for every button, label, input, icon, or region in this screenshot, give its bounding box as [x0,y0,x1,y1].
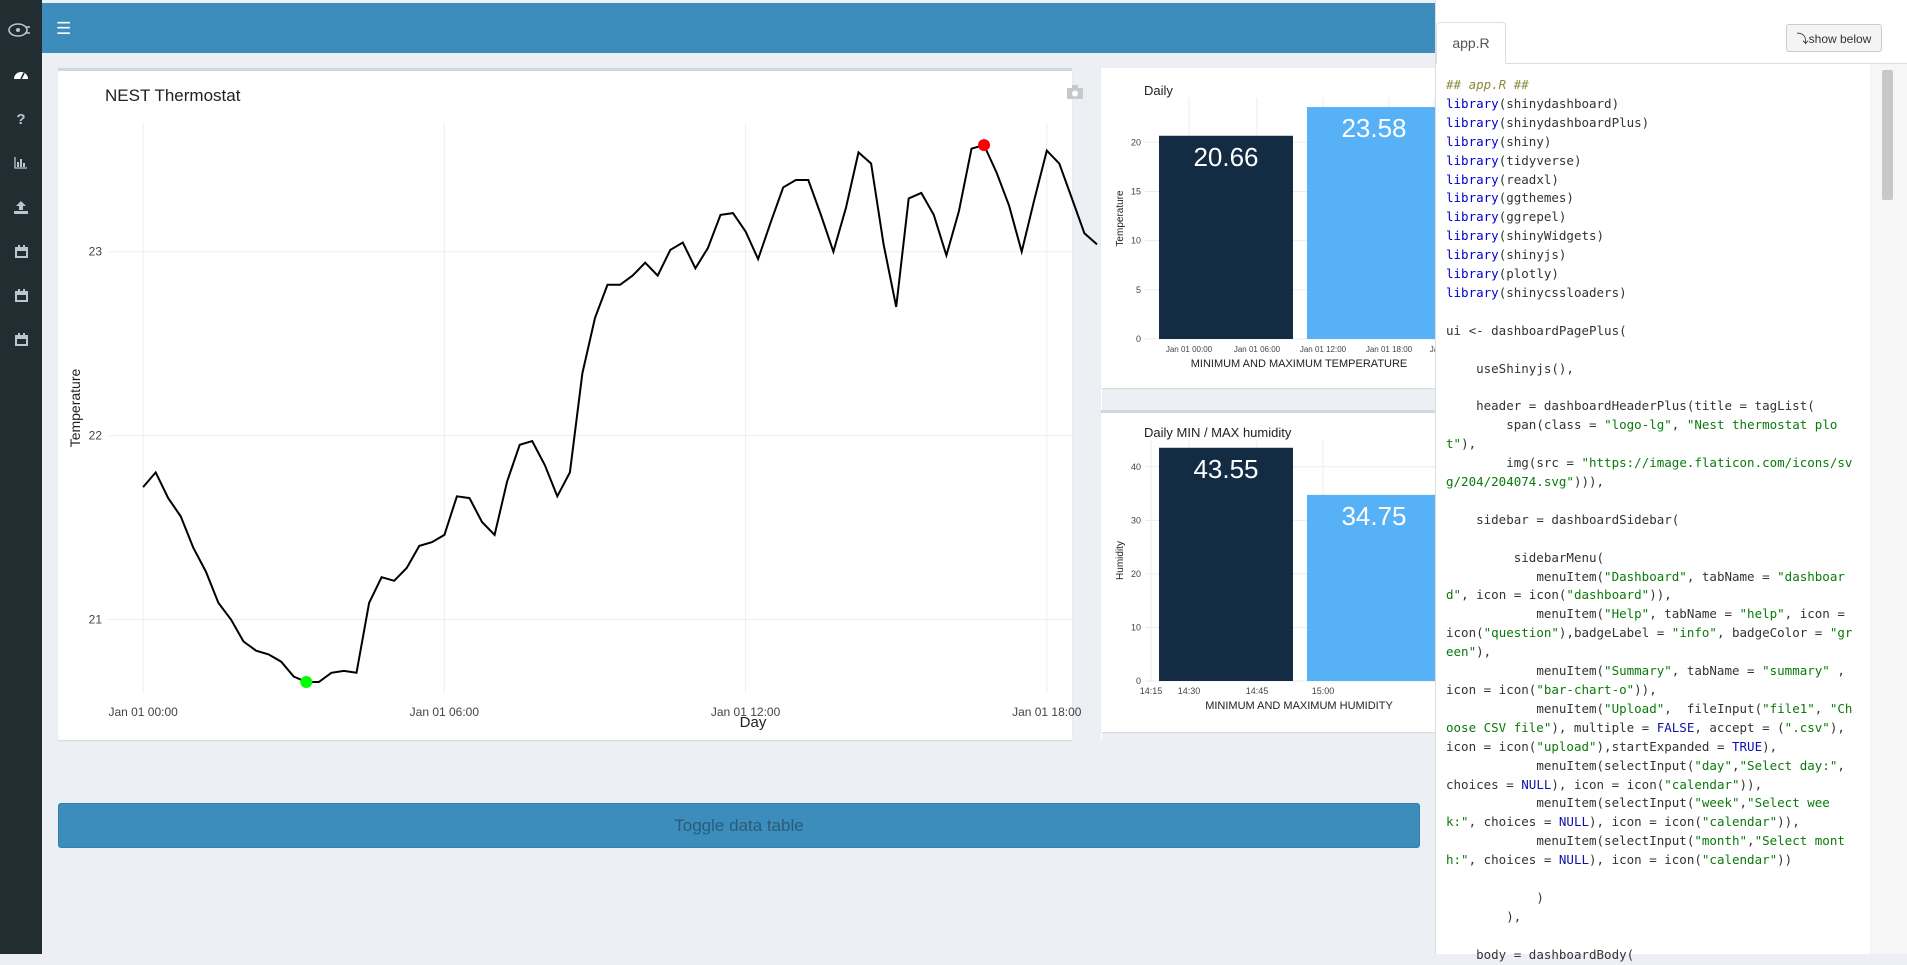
x-tick-label: 15:00 [1312,686,1335,696]
y-tick-label: 15 [1131,186,1141,196]
bar-chart-icon [14,157,27,169]
code-scrollbar[interactable] [1870,64,1907,954]
x-tick-label: 14:15 [1140,686,1163,696]
x-tick-label: Jan 01 00:00 [1166,345,1213,354]
tab-divider [1506,63,1907,64]
daily-temp-bar-chart: 0 5 10 15 20 Jan 01 00:00 Jan 01 06:00 Jan 01 1… [1115,98,1435,370]
y-tick-label: 21 [89,612,103,626]
x-tick-label: Jan 01 12:00 [1300,345,1347,354]
calendar-icon [14,288,28,302]
sidebar-item-help[interactable]: ? [9,107,33,131]
y-tick-label: 10 [1131,622,1141,632]
thermostat-logo-icon [8,23,30,37]
x-axis-label: Day [740,714,767,731]
y-tick-label: 30 [1131,515,1141,525]
max-marker [978,139,991,152]
hamburger-icon[interactable]: ☰ [56,19,71,39]
bar-value-label: 20.66 [1193,142,1258,172]
bar-value-label: 34.75 [1341,501,1406,531]
sidebar: ? [0,0,42,954]
x-tick-label: Jan 01 18:00 [1012,705,1082,719]
y-tick-label: 22 [89,429,103,443]
daily-humidity-bar-chart: 0 10 20 30 40 14:15 14:30 14:45 15:00 43.55 34.75 M… [1115,440,1435,712]
x-tick-label: Jan 01 18:00 [1366,345,1413,354]
logo [0,0,42,53]
y-tick-label: 10 [1131,236,1141,246]
y-tick-label: 20 [1131,137,1141,147]
sidebar-item-month[interactable] [9,327,33,351]
toggle-data-table-button[interactable]: Toggle data table [58,803,1420,848]
x-tick-label: Jan 01 00:00 [108,705,178,719]
sidebar-item-upload[interactable] [9,195,33,219]
question-icon: ? [16,110,26,128]
y-axis-label: Humidity [1115,541,1126,580]
y-tick-label: 0 [1136,676,1141,686]
calendar-icon [14,332,28,346]
y-tick-label: 40 [1131,462,1141,472]
upload-icon [14,200,28,214]
x-tick-label: 14:30 [1178,686,1201,696]
header-bar: ☰ [42,3,1435,53]
tab-app-r[interactable]: app.R [1436,22,1506,64]
sidebar-item-week[interactable] [9,283,33,307]
x-axis-label: MINIMUM AND MAXIMUM TEMPERATURE [1191,358,1408,370]
code-scrollbar-thumb[interactable] [1882,70,1893,200]
x-tick-label: Jan 01 06:00 [1234,345,1281,354]
thermostat-line-chart: Jan 01 00:00 Jan 01 06:00 Jan 01 12:00 Jan … [67,71,1102,740]
code-panel: app.R ⤵show below ## app.R ## library(sh… [1435,0,1907,962]
sidebar-item-summary[interactable] [9,151,33,175]
temperature-line [142,143,1098,683]
bar-value-label: 23.58 [1341,113,1406,143]
y-tick-label: 23 [89,245,103,259]
code-listing: ## app.R ## library(shinydashboard) libr… [1446,77,1853,962]
calendar-icon [14,244,28,258]
bar-value-label: 43.55 [1193,454,1258,484]
y-axis-label: Temperature [67,368,83,447]
sidebar-item-day[interactable] [9,239,33,263]
x-axis-label: MINIMUM AND MAXIMUM HUMIDITY [1205,700,1393,712]
y-tick-label: 20 [1131,569,1141,579]
dashboard-icon [14,72,28,80]
y-tick-label: 0 [1136,334,1141,344]
min-marker [300,675,313,688]
show-below-button[interactable]: ⤵show below [1786,24,1882,52]
y-axis-label: Temperature [1115,190,1126,247]
sidebar-item-dashboard[interactable] [9,62,33,86]
x-tick-label: 14:45 [1246,686,1269,696]
x-tick-label: Jan 01 06:00 [410,705,480,719]
y-tick-label: 5 [1136,285,1141,295]
